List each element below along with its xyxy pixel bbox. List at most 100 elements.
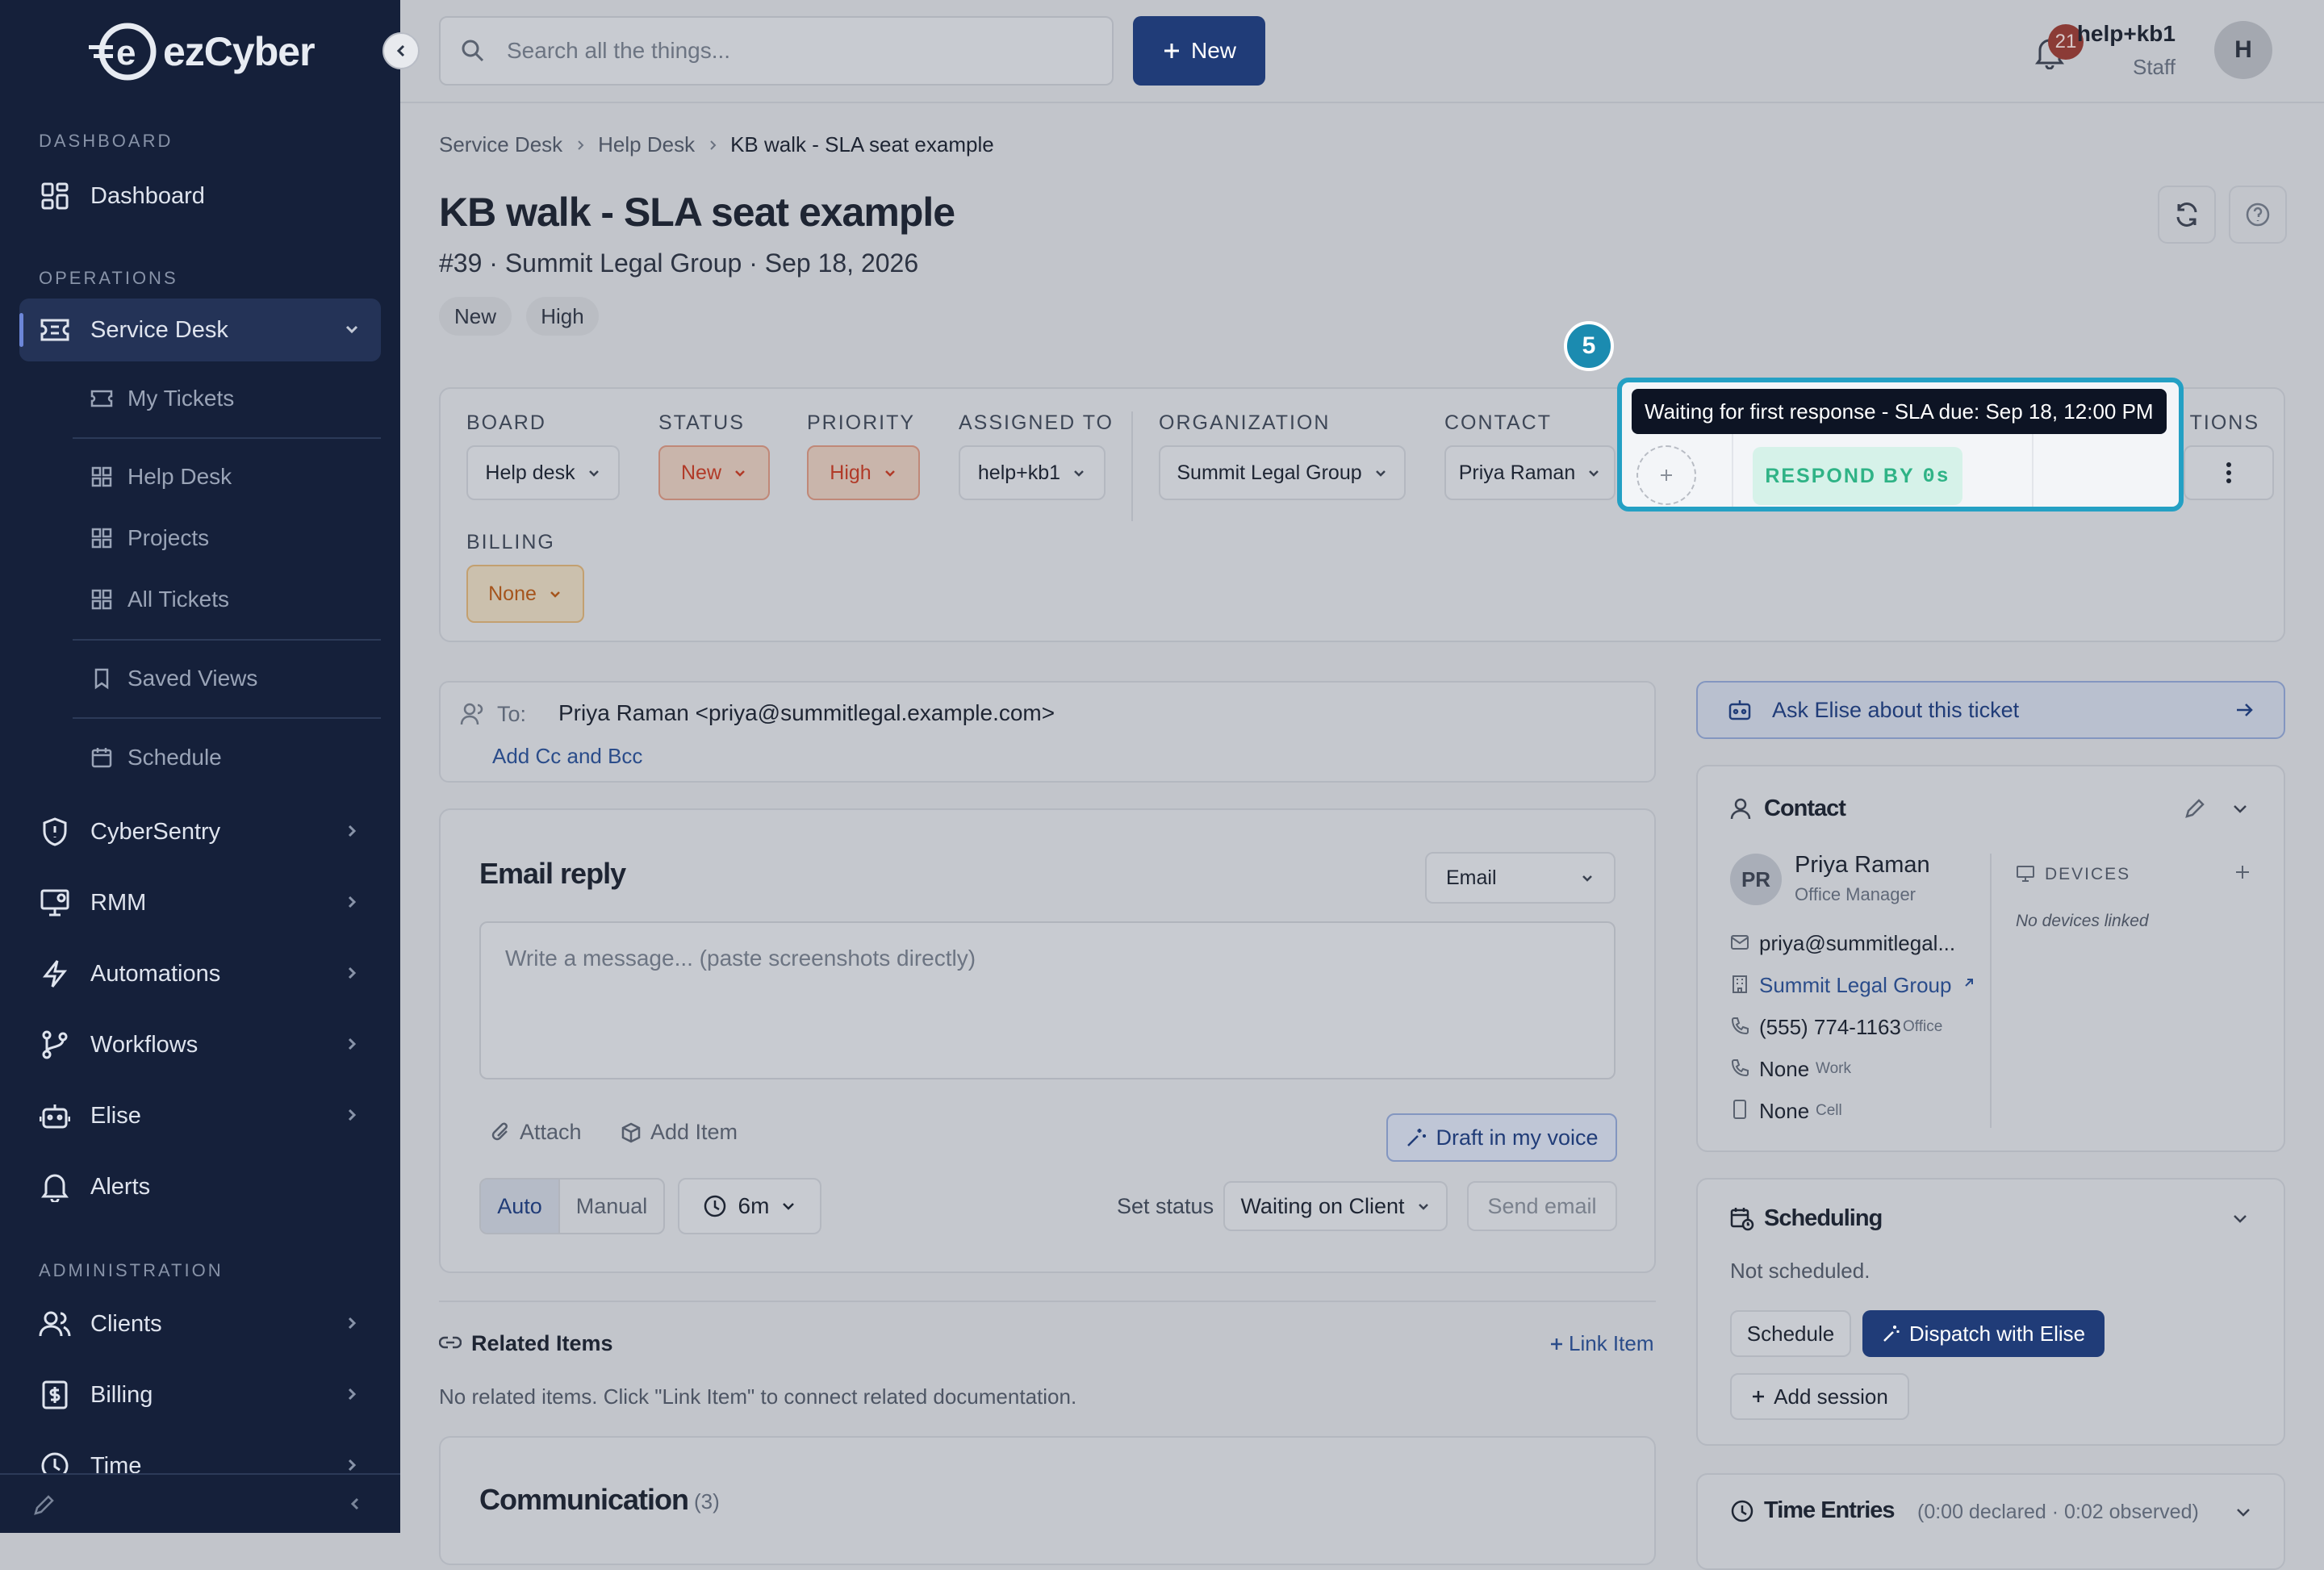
schedule-button[interactable]: Schedule bbox=[1730, 1310, 1851, 1357]
plus-icon[interactable] bbox=[2234, 863, 2251, 881]
send-email-button[interactable]: Send email bbox=[1467, 1181, 1617, 1231]
sidebar-item-clients[interactable]: Clients bbox=[19, 1292, 381, 1355]
set-status-select[interactable]: Waiting on Client bbox=[1223, 1181, 1448, 1231]
sparkle-wand-icon bbox=[1407, 1129, 1427, 1146]
draft-in-my-voice-button[interactable]: Draft in my voice bbox=[1386, 1113, 1617, 1162]
ask-elise-label: Ask Elise about this ticket bbox=[1772, 697, 2020, 722]
collapse-left-icon[interactable] bbox=[345, 1494, 365, 1514]
grid-icon bbox=[91, 466, 112, 487]
billing-select[interactable]: None bbox=[466, 565, 584, 623]
pencil-icon[interactable] bbox=[2184, 797, 2206, 820]
sidebar-sub-help-desk[interactable]: Help Desk bbox=[90, 464, 232, 490]
link-item-button[interactable]: Link Item bbox=[1549, 1331, 1654, 1356]
chevron-down-icon bbox=[1375, 470, 1386, 477]
sidebar-sub-all-tickets[interactable]: All Tickets bbox=[90, 587, 229, 612]
arrow-right-icon bbox=[2237, 704, 2253, 716]
edit-icon[interactable] bbox=[32, 1493, 56, 1517]
sidebar-item-dashboard[interactable]: Dashboard bbox=[19, 165, 381, 228]
tour-step-badge[interactable]: 5 bbox=[1564, 321, 1614, 371]
phone-icon bbox=[1731, 1017, 1749, 1035]
chevron-right-icon bbox=[578, 140, 584, 150]
sidebar-item-label: Clients bbox=[90, 1310, 162, 1337]
sidebar-sub-label: Help Desk bbox=[127, 464, 232, 489]
shield-icon bbox=[39, 816, 71, 848]
chevron-left-icon bbox=[396, 44, 405, 57]
plus-icon bbox=[1164, 44, 1179, 58]
robot-icon bbox=[39, 1100, 71, 1132]
contact-organization-link[interactable]: Summit Legal Group bbox=[1759, 973, 1951, 998]
plus-icon bbox=[1661, 470, 1672, 481]
sidebar-item-elise[interactable]: Elise bbox=[19, 1084, 381, 1147]
contact-email[interactable]: priya@summitlegal... bbox=[1759, 931, 1955, 956]
to-recipient[interactable]: Priya Raman <priya@summitlegal.example.c… bbox=[558, 700, 1055, 726]
add-session-label: Add session bbox=[1774, 1384, 1888, 1409]
sidebar-item-label: CyberSentry bbox=[90, 818, 221, 845]
sidebar-item-workflows[interactable]: Workflows bbox=[19, 1013, 381, 1076]
chevron-right-icon bbox=[342, 1105, 362, 1125]
add-sla-button[interactable] bbox=[1636, 445, 1696, 505]
sidebar-sub-projects[interactable]: Projects bbox=[90, 525, 209, 551]
chevron-down-icon[interactable] bbox=[2230, 1209, 2250, 1228]
sidebar-sub-schedule[interactable]: Schedule bbox=[90, 745, 222, 770]
ticket-icon bbox=[39, 314, 71, 346]
help-button[interactable] bbox=[2229, 186, 2287, 244]
chevron-down-icon[interactable] bbox=[2230, 799, 2250, 818]
breadcrumb-service-desk[interactable]: Service Desk bbox=[439, 132, 562, 157]
chevron-down-icon bbox=[1418, 1204, 1428, 1210]
board-value: Help desk bbox=[485, 461, 575, 484]
add-cc-bcc-link[interactable]: Add Cc and Bcc bbox=[492, 744, 642, 769]
sidebar-item-billing[interactable]: Billing bbox=[19, 1363, 381, 1426]
sidebar-collapse-button[interactable] bbox=[382, 32, 420, 69]
channel-select[interactable]: Email bbox=[1425, 852, 1616, 904]
monitor-icon bbox=[2017, 866, 2034, 882]
chevron-down-icon[interactable] bbox=[2234, 1502, 2253, 1522]
priority-select[interactable]: High bbox=[807, 445, 920, 500]
status-select[interactable]: New bbox=[658, 445, 770, 500]
search-input[interactable]: Search all the things... bbox=[439, 16, 1114, 86]
sidebar-item-service-desk[interactable]: Service Desk bbox=[19, 299, 381, 361]
contact-select[interactable]: Priya Raman bbox=[1444, 445, 1616, 500]
set-status-value: Waiting on Client bbox=[1240, 1193, 1405, 1218]
sidebar-sub-my-tickets[interactable]: My Tickets bbox=[90, 386, 234, 411]
organization-select[interactable]: Summit Legal Group bbox=[1159, 445, 1406, 500]
attach-button[interactable]: Attach bbox=[491, 1120, 582, 1145]
sidebar-sub-label: All Tickets bbox=[127, 587, 230, 612]
avatar[interactable]: H bbox=[2214, 21, 2272, 79]
add-item-button[interactable]: Add Item bbox=[620, 1120, 738, 1145]
contact-name: Priya Raman bbox=[1795, 852, 1930, 878]
contact-label: CONTACT bbox=[1444, 411, 1552, 434]
paperclip-icon bbox=[491, 1122, 508, 1140]
timer-value: 6m bbox=[738, 1193, 770, 1218]
main-content: Search all the things... New 21 help+kb1… bbox=[400, 0, 2324, 1570]
sidebar-item-cybersentry[interactable]: CyberSentry bbox=[19, 800, 381, 863]
sidebar-item-alerts[interactable]: Alerts bbox=[19, 1155, 381, 1218]
message-textarea[interactable]: Write a message... (paste screenshots di… bbox=[479, 921, 1616, 1079]
workflow-icon bbox=[39, 1029, 71, 1061]
sidebar-sub-saved-views[interactable]: Saved Views bbox=[90, 666, 257, 691]
notifications-button[interactable]: 21 bbox=[2034, 24, 2084, 69]
dispatch-with-elise-button[interactable]: Dispatch with Elise bbox=[1862, 1310, 2105, 1357]
calendar-icon bbox=[91, 748, 112, 768]
breadcrumb-help-desk[interactable]: Help Desk bbox=[598, 132, 695, 157]
ask-elise-button[interactable]: Ask Elise about this ticket bbox=[1696, 681, 2285, 739]
actions-menu-button[interactable] bbox=[2184, 445, 2274, 500]
board-select[interactable]: Help desk bbox=[466, 445, 620, 500]
sidebar-item-rmm[interactable]: RMM bbox=[19, 871, 381, 934]
search-icon bbox=[462, 40, 484, 62]
assigned-select[interactable]: help+kb1 bbox=[959, 445, 1106, 500]
draft-label: Draft in my voice bbox=[1436, 1125, 1599, 1150]
clock-icon bbox=[704, 1195, 725, 1217]
app-logo[interactable]: e ezCyber bbox=[87, 19, 316, 84]
bell-icon bbox=[39, 1171, 71, 1203]
timer-select[interactable]: 6m bbox=[678, 1178, 821, 1234]
user-icon bbox=[1730, 798, 1751, 820]
phone-icon bbox=[1731, 1059, 1749, 1077]
auto-toggle[interactable]: Auto bbox=[481, 1180, 560, 1233]
add-session-button[interactable]: Add session bbox=[1730, 1373, 1909, 1420]
new-button[interactable]: New bbox=[1133, 16, 1265, 86]
refresh-button[interactable] bbox=[2158, 186, 2216, 244]
plus-icon bbox=[1551, 1338, 1562, 1350]
chevron-right-icon bbox=[342, 1313, 362, 1333]
sidebar-item-automations[interactable]: Automations bbox=[19, 942, 381, 1005]
manual-toggle[interactable]: Manual bbox=[560, 1180, 663, 1233]
